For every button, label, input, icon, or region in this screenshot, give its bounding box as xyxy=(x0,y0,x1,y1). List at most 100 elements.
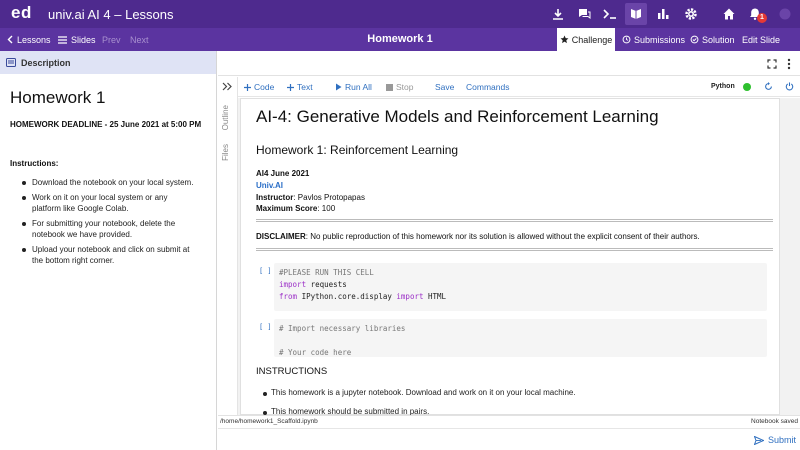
commands-button[interactable]: Commands xyxy=(466,77,509,97)
kernel-status-indicator xyxy=(743,83,751,91)
instructions-heading: Instructions: xyxy=(10,159,59,168)
more-vertical-icon[interactable] xyxy=(787,58,791,70)
slides-button[interactable]: Slides xyxy=(58,28,96,51)
list-item: Work on it on your local system or any pl… xyxy=(22,192,212,214)
save-button[interactable]: Save xyxy=(435,77,454,97)
code-line: import requests xyxy=(279,280,347,289)
list-item: This homework should be submitted in pai… xyxy=(262,407,430,415)
tab-challenge[interactable]: Challenge xyxy=(557,28,615,51)
notification-badge: 1 xyxy=(757,13,767,23)
prev-button[interactable]: Prev xyxy=(102,28,121,51)
user-menu-icon[interactable] xyxy=(774,3,796,25)
files-tab[interactable]: Files xyxy=(221,144,230,161)
code-cell[interactable]: # Import necessary libraries # Your code… xyxy=(274,319,767,357)
settings-icon[interactable] xyxy=(680,3,702,25)
list-icon xyxy=(58,35,67,44)
code-line: # Your code here xyxy=(279,348,352,357)
instructions-heading: INSTRUCTIONS xyxy=(256,366,328,377)
cell-prompt: [ ] xyxy=(259,323,272,331)
file-path: /home/homework1_Scaffold.ipynb xyxy=(220,418,318,425)
check-circle-icon xyxy=(690,35,699,44)
notebook-toolbar: Code Text Run All Stop Save Commands Pyt… xyxy=(238,77,800,97)
run-all-label: Run All xyxy=(345,82,372,92)
side-strip: Outline Files xyxy=(218,77,238,415)
restart-kernel-icon[interactable] xyxy=(764,82,773,91)
instructions-list: Download the notebook on your local syst… xyxy=(22,177,212,270)
tab-edit-slide[interactable]: Edit Slide xyxy=(742,28,780,51)
ed-logo[interactable]: ed xyxy=(11,3,32,23)
status-bar: /home/homework1_Scaffold.ipynb Notebook … xyxy=(218,415,800,428)
tab-submissions[interactable]: Submissions xyxy=(622,28,685,51)
list-item: This homework is a jupyter notebook. Dow… xyxy=(263,388,576,397)
univ-ai-link[interactable]: Univ.AI xyxy=(256,181,283,190)
code-cell[interactable]: #PLEASE RUN THIS CELL import requests from… xyxy=(274,263,767,311)
lesson-nav-bar: Lessons Slides Prev Next Homework 1 Chal… xyxy=(0,28,800,51)
notebook-page[interactable]: AI-4: Generative Models and Reinforcemen… xyxy=(240,98,780,415)
instructor-line: Instructor: Pavlos Protopapas xyxy=(256,193,365,202)
max-score-line: Maximum Score: 100 xyxy=(256,204,336,213)
save-status: Notebook saved xyxy=(751,418,798,425)
tab-solution[interactable]: Solution xyxy=(690,28,735,51)
add-text-label: Text xyxy=(297,82,313,92)
bottom-bar: Submit xyxy=(218,428,800,450)
list-item: For submitting your notebook, delete the… xyxy=(22,218,212,240)
double-chevron-right-icon[interactable] xyxy=(222,82,232,91)
top-bar: ed univ.ai AI 4 – Lessons 1 xyxy=(0,0,800,28)
stop-button[interactable]: Stop xyxy=(386,77,414,97)
tab-challenge-label: Challenge xyxy=(571,34,613,45)
send-icon xyxy=(754,435,764,445)
analytics-icon[interactable] xyxy=(652,3,674,25)
submit-button[interactable]: Submit xyxy=(754,433,796,447)
stop-label: Stop xyxy=(396,82,414,92)
notebook-scrollbar[interactable] xyxy=(786,98,794,415)
star-icon xyxy=(560,35,569,44)
course-title[interactable]: univ.ai AI 4 – Lessons xyxy=(48,7,174,22)
home-icon[interactable] xyxy=(718,3,740,25)
list-item: Download the notebook on your local syst… xyxy=(22,177,212,188)
list-item: Upload your notebook and click on submit… xyxy=(22,244,212,266)
power-icon[interactable] xyxy=(785,82,794,91)
notebook-area[interactable]: AI-4: Generative Models and Reinforcemen… xyxy=(238,98,800,415)
lessons-label: Lessons xyxy=(17,34,51,45)
code-line: from IPython.core.display import HTML xyxy=(279,292,447,301)
add-code-label: Code xyxy=(254,82,275,92)
horizontal-rule xyxy=(256,219,773,222)
play-icon xyxy=(336,83,342,91)
download-icon[interactable] xyxy=(547,3,569,25)
lessons-icon[interactable] xyxy=(625,3,647,25)
chevron-left-icon xyxy=(7,35,13,44)
description-panel: Description Homework 1 HOMEWORK DEADLINE… xyxy=(0,51,217,450)
tab-submissions-label: Submissions xyxy=(634,34,686,45)
add-code-button[interactable]: Code xyxy=(244,77,274,97)
terminal-icon[interactable] xyxy=(599,3,621,25)
history-icon xyxy=(622,35,631,44)
add-text-button[interactable]: Text xyxy=(287,77,313,97)
description-header[interactable]: Description xyxy=(0,51,216,74)
notebook-title: AI-4: Generative Models and Reinforcemen… xyxy=(256,107,659,126)
description-icon xyxy=(6,58,16,67)
outline-tab[interactable]: Outline xyxy=(221,105,230,130)
horizontal-rule xyxy=(256,248,773,251)
kernel-name: Python xyxy=(711,83,735,90)
description-header-label: Description xyxy=(21,57,71,68)
run-all-button[interactable]: Run All xyxy=(335,77,372,97)
next-button[interactable]: Next xyxy=(130,28,149,51)
workspace-toolbar xyxy=(218,51,800,76)
submit-label: Submit xyxy=(768,435,797,445)
code-line: # Import necessary libraries xyxy=(279,324,406,333)
notebook-subtitle: Homework 1: Reinforcement Learning xyxy=(256,143,459,157)
homework-deadline: HOMEWORK DEADLINE - 25 June 2021 at 5:00… xyxy=(10,120,202,129)
plus-icon xyxy=(244,83,251,91)
expand-icon[interactable] xyxy=(767,59,777,69)
cell-prompt: [ ] xyxy=(259,267,272,275)
disclaimer-line: DISCLAIMER: No public reproduction of th… xyxy=(256,232,700,241)
slides-label: Slides xyxy=(71,34,96,45)
plus-icon xyxy=(287,83,294,91)
discussion-icon[interactable] xyxy=(573,3,595,25)
description-title: Homework 1 xyxy=(10,88,106,107)
notebook-date: AI4 June 2021 xyxy=(256,169,310,178)
stop-icon xyxy=(386,83,393,91)
tab-solution-label: Solution xyxy=(702,34,735,45)
back-to-lessons-link[interactable]: Lessons xyxy=(7,28,51,51)
